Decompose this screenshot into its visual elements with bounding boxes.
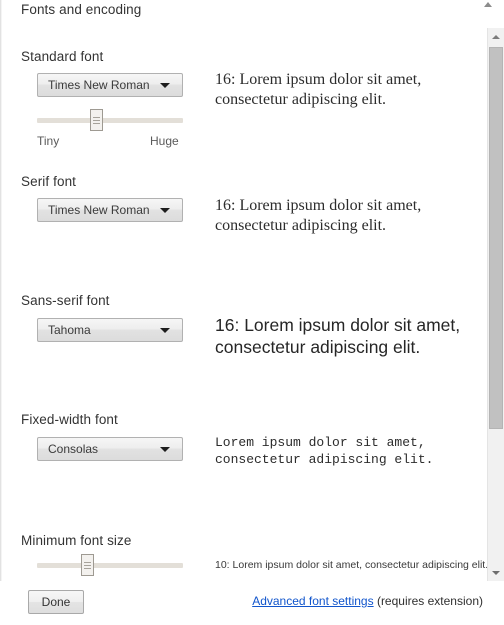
scrollbar-down-button[interactable] [488, 564, 504, 581]
fixed-width-font-preview: Lorem ipsum dolor sit amet, consectetur … [215, 435, 434, 467]
chevron-down-icon [160, 446, 170, 452]
sans-serif-font-preview: 16: Lorem ipsum dolor sit amet, consecte… [215, 315, 461, 357]
chevron-down-icon [160, 327, 170, 333]
standard-font-dropdown-value: Times New Roman [48, 78, 150, 92]
serif-font-preview: 16: Lorem ipsum dolor sit amet, consecte… [215, 197, 422, 234]
section-label-fixed-width-font: Fixed-width font [21, 412, 118, 427]
minimum-font-size-slider[interactable] [37, 554, 183, 576]
font-size-slider-max-label: Huge [150, 134, 179, 148]
section-label-standard-font: Standard font [21, 49, 104, 64]
chevron-up-icon [492, 34, 500, 39]
chevron-down-icon [160, 82, 170, 88]
fonts-settings-panel: Fonts and encoding Standard font Times N… [0, 0, 504, 625]
chevron-down-icon [492, 570, 500, 575]
sans-serif-font-dropdown[interactable]: Tahoma [37, 318, 183, 342]
page-title: Fonts and encoding [21, 2, 142, 17]
done-button[interactable]: Done [28, 590, 84, 614]
minimum-font-size-slider-thumb[interactable] [81, 554, 94, 576]
standard-font-dropdown[interactable]: Times New Roman [37, 73, 183, 97]
section-label-serif-font: Serif font [21, 174, 77, 189]
minimum-font-size-slider-track [37, 563, 183, 568]
advanced-font-settings-link[interactable]: Advanced font settings [252, 594, 373, 608]
font-size-slider-thumb[interactable] [90, 109, 103, 131]
sans-serif-font-dropdown-value: Tahoma [48, 323, 91, 337]
chevron-down-icon [160, 207, 170, 213]
scrollbar-thumb[interactable] [489, 47, 503, 429]
vertical-scrollbar[interactable] [487, 28, 504, 581]
serif-font-dropdown-value: Times New Roman [48, 203, 150, 217]
scrollbar-up-button[interactable] [488, 28, 504, 45]
standard-font-preview: 16: Lorem ipsum dolor sit amet, consecte… [215, 71, 422, 108]
section-label-sans-serif-font: Sans-serif font [21, 293, 110, 308]
footer-bar: Done Advanced font settings (requires ex… [0, 581, 504, 625]
advanced-font-settings-row: Advanced font settings (requires extensi… [252, 594, 483, 608]
fixed-width-font-dropdown[interactable]: Consolas [37, 437, 183, 461]
serif-font-dropdown[interactable]: Times New Roman [37, 198, 183, 222]
fixed-width-font-dropdown-value: Consolas [48, 442, 99, 456]
font-size-slider[interactable] [37, 109, 183, 131]
panel-content: Fonts and encoding Standard font Times N… [0, 0, 489, 625]
minimum-font-size-preview: 10: Lorem ipsum dolor sit amet, consecte… [215, 559, 489, 571]
section-label-minimum-font-size: Minimum font size [21, 533, 132, 548]
font-size-slider-min-label: Tiny [37, 134, 60, 148]
font-size-slider-track [37, 118, 183, 123]
advanced-font-settings-note: (requires extension) [373, 594, 483, 608]
